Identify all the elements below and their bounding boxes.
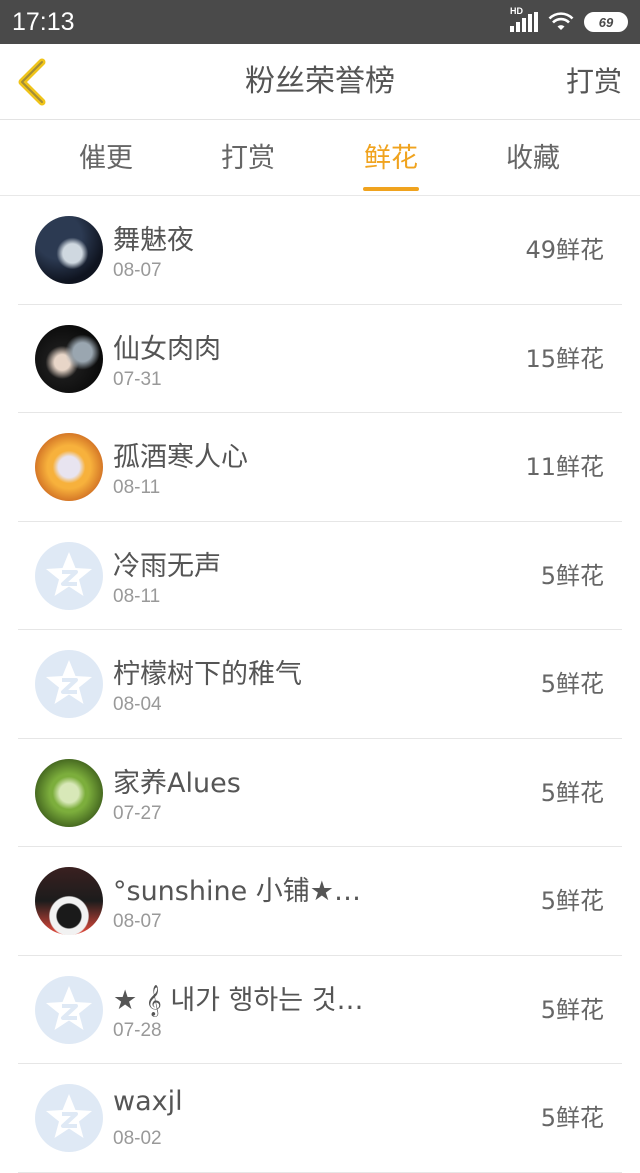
fan-name: 柠檬树下的稚气 (113, 659, 302, 690)
battery-level: 69 (598, 14, 614, 30)
fan-name: 舞魅夜 (113, 225, 194, 256)
tab-label: 打赏 (221, 143, 275, 174)
default-avatar (35, 1084, 103, 1152)
fan-name: 仙女肉肉 (113, 333, 221, 365)
list-item[interactable]: 冷雨无声 08-11 5鲜花 (18, 522, 622, 630)
flower-count: 5鲜花 (540, 670, 604, 698)
tab-reward[interactable]: 打赏 (198, 121, 298, 196)
page-title: 粉丝荣誉榜 (245, 64, 395, 99)
network-type-label: HD (510, 6, 523, 16)
fan-date: 07-27 (113, 802, 162, 824)
fan-name: 家养Alues (113, 767, 241, 799)
avatar (35, 216, 103, 284)
qq-star-icon (46, 985, 92, 1030)
cellular-signal-icon: HD (510, 6, 538, 32)
fan-date: 08-11 (113, 477, 161, 498)
fan-list: 舞魅夜 08-07 49鲜花 仙女肉肉 07-31 15鲜花 孤酒寒人心 08-… (0, 196, 640, 1173)
default-avatar (35, 541, 103, 610)
list-item[interactable]: 舞魅夜 08-07 49鲜花 (18, 196, 622, 305)
fan-name: 冷雨无声 (113, 550, 221, 582)
tab-urge[interactable]: 催更 (56, 121, 156, 196)
tab-favorites[interactable]: 收藏 (483, 121, 583, 196)
battery-icon: 69 (584, 12, 628, 32)
avatar (35, 433, 103, 501)
flower-count: 5鲜花 (540, 561, 604, 590)
fan-name: ★ 𝄞 내가 행하는 것… (113, 984, 364, 1016)
default-avatar (35, 650, 103, 718)
fan-name: waxjl (113, 1086, 183, 1117)
avatar (35, 324, 103, 393)
flower-count: 5鲜花 (540, 778, 604, 807)
fan-date: 07-31 (113, 368, 162, 390)
list-item[interactable]: 柠檬树下的稚气 08-04 5鲜花 (18, 630, 622, 739)
tab-label: 鲜花 (364, 143, 418, 174)
qq-star-icon (46, 660, 92, 704)
flower-count: 5鲜花 (540, 995, 604, 1024)
flower-count: 11鲜花 (525, 453, 604, 481)
list-item[interactable]: ★ 𝄞 내가 행하는 것… 07-28 5鲜花 (18, 956, 622, 1064)
status-time: 17:13 (12, 7, 75, 36)
status-icons: HD 69 (510, 6, 628, 32)
list-item[interactable]: °sunshine 小铺★… 08-07 5鲜花 (18, 847, 622, 956)
flower-count: 5鲜花 (540, 887, 604, 915)
fan-name: °sunshine 小铺★… (113, 876, 361, 907)
flower-count: 49鲜花 (525, 236, 604, 264)
fan-date: 08-02 (113, 1128, 162, 1149)
tab-bar: 催更 打赏 鲜花 收藏 (0, 121, 640, 196)
fan-date: 08-11 (113, 585, 161, 607)
flower-count: 15鲜花 (525, 344, 604, 373)
tab-flowers[interactable]: 鲜花 (341, 121, 441, 196)
fan-date: 08-07 (113, 911, 162, 932)
fan-date: 08-07 (113, 260, 162, 281)
default-avatar (35, 975, 103, 1044)
flower-count: 5鲜花 (540, 1104, 604, 1132)
avatar (35, 758, 103, 827)
list-item[interactable]: 家养Alues 07-27 5鲜花 (18, 739, 622, 847)
fan-date: 08-04 (113, 694, 162, 715)
qq-star-icon (46, 1094, 92, 1138)
list-item[interactable]: 仙女肉肉 07-31 15鲜花 (18, 305, 622, 413)
wifi-icon (548, 12, 574, 30)
active-tab-indicator (363, 187, 419, 191)
list-item[interactable]: 孤酒寒人心 08-11 11鲜花 (18, 413, 622, 522)
qq-star-icon (46, 551, 92, 596)
fan-date: 07-28 (113, 1019, 162, 1041)
list-item[interactable]: waxjl 08-02 5鲜花 (18, 1064, 622, 1173)
tab-label: 催更 (79, 143, 133, 174)
status-bar: 17:13 HD 69 (0, 0, 640, 44)
title-bar: 粉丝荣誉榜 打赏 (0, 44, 640, 120)
fan-name: 孤酒寒人心 (113, 442, 248, 473)
reward-button[interactable]: 打赏 (566, 44, 622, 120)
avatar (35, 867, 103, 935)
tab-label: 收藏 (506, 143, 560, 174)
